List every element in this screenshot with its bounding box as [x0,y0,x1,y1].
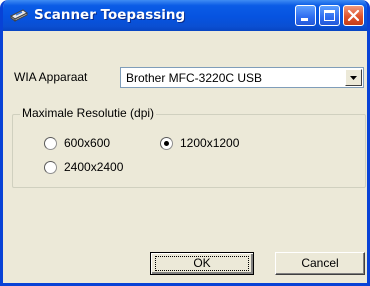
ok-button[interactable]: OK [150,252,254,275]
dialog-window: Scanner Toepassing WIA Apparaat Brother … [0,0,370,286]
close-icon [347,9,360,22]
radio-600-label[interactable]: 600x600 [64,136,110,150]
dropdown-arrow-button[interactable] [345,69,362,86]
radio-1200-label[interactable]: 1200x1200 [180,136,239,150]
minimize-button[interactable] [295,5,316,26]
scanner-icon [9,7,29,23]
resolution-groupbox [12,114,366,188]
wia-device-select[interactable]: Brother MFC-3220C USB [120,67,364,88]
cancel-button[interactable]: Cancel [275,252,365,275]
maximize-icon [324,10,335,21]
title-bar[interactable]: Scanner Toepassing [3,0,367,31]
radio-1200[interactable] [160,137,173,150]
maximize-button[interactable] [319,5,340,26]
minimize-icon [301,18,308,21]
window-title: Scanner Toepassing [34,7,186,23]
close-button[interactable] [343,5,364,26]
wia-device-value: Brother MFC-3220C USB [126,71,263,85]
radio-2400-label[interactable]: 2400x2400 [64,160,123,174]
radio-2400[interactable] [44,161,57,174]
cancel-button-label: Cancel [301,256,339,270]
radio-selected-dot [164,141,169,146]
resolution-group-title: Maximale Resolutie (dpi) [20,106,157,120]
radio-600[interactable] [44,137,57,150]
chevron-down-icon [350,76,357,80]
ok-button-label: OK [193,256,211,270]
wia-device-label: WIA Apparaat [14,70,88,84]
